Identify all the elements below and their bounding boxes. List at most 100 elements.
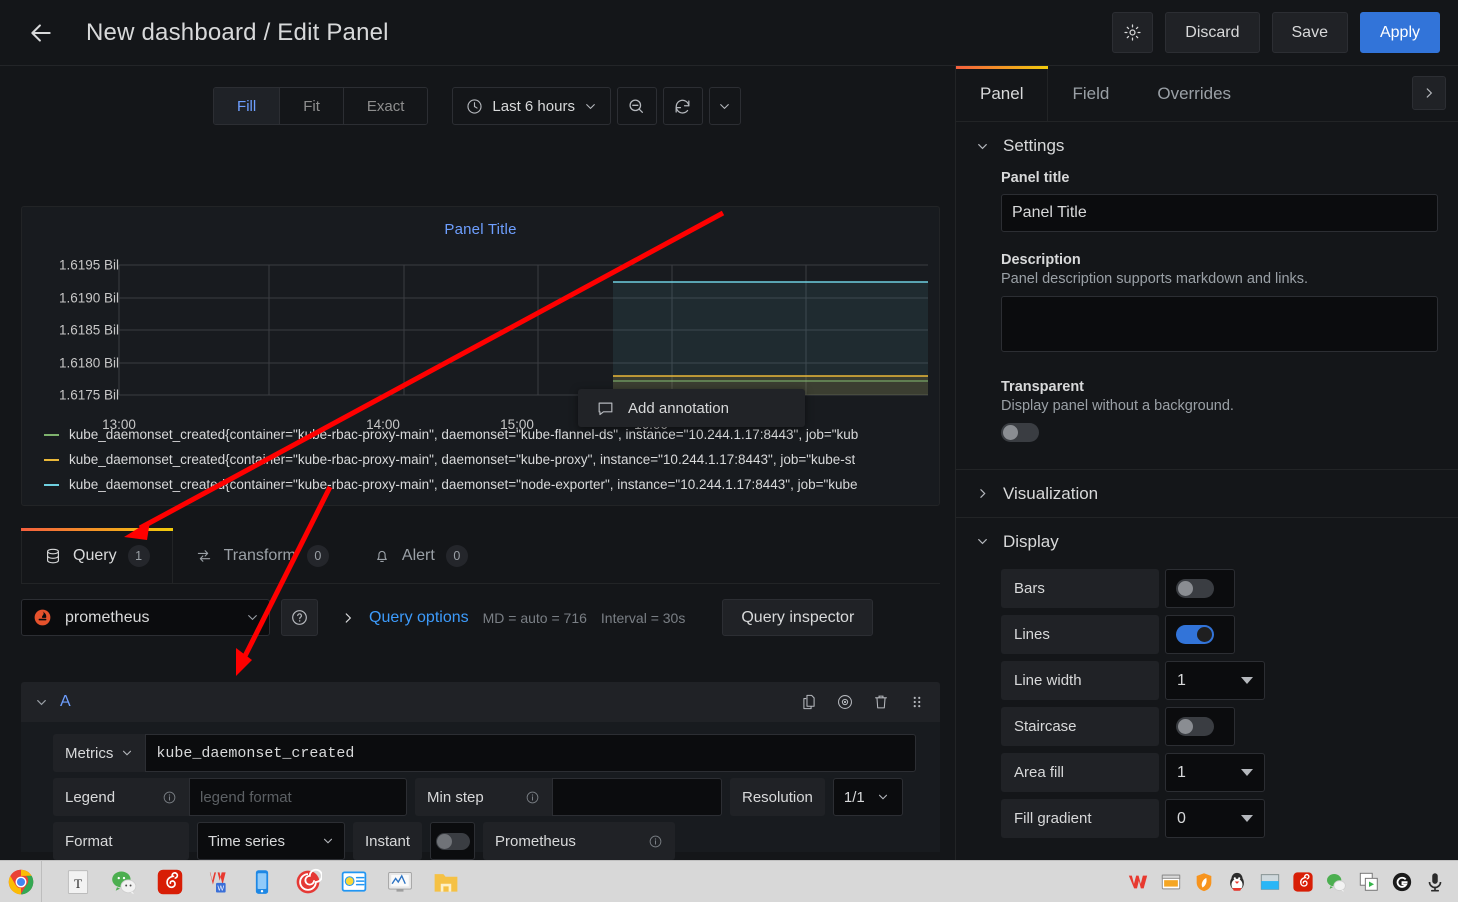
instant-toggle[interactable] — [430, 822, 476, 860]
database-icon — [47, 548, 59, 564]
size-mode-fit[interactable]: Fit — [280, 88, 344, 124]
query-options-bar[interactable]: Query options MD = auto = 716 Interval =… — [329, 599, 699, 636]
info-icon[interactable] — [525, 790, 540, 805]
size-mode-fill[interactable]: Fill — [214, 88, 281, 124]
resolution-select[interactable]: 1/1 — [832, 778, 903, 816]
panel-settings-button[interactable] — [1112, 12, 1154, 53]
metrics-browser-button[interactable]: Metrics — [53, 734, 146, 772]
refresh-button[interactable] — [662, 87, 703, 125]
datasource-picker[interactable]: prometheus — [21, 599, 270, 636]
qq-tray-icon[interactable] — [1226, 871, 1248, 893]
size-mode-exact[interactable]: Exact — [343, 88, 428, 124]
y-axis-tick: 1.6185 Bil — [58, 322, 119, 338]
chevron-down-icon[interactable] — [35, 696, 48, 709]
y-axis-tick: 1.6175 Bil — [58, 387, 119, 403]
apply-button[interactable]: Apply — [1359, 12, 1440, 53]
legend-item[interactable]: kube_daemonset_created{container="kube-r… — [44, 447, 939, 472]
query-inspector-button[interactable]: Query inspector — [722, 599, 874, 636]
resolution-value: 1/1 — [843, 788, 865, 806]
save-button[interactable]: Save — [1271, 12, 1348, 53]
netease-tray-icon[interactable] — [1292, 871, 1314, 893]
display-section-body: Bars Lines Line width 1 Staircase Area f… — [956, 565, 1458, 838]
display-section-header[interactable]: Display — [956, 517, 1458, 565]
tab-query[interactable]: Query 1 — [21, 528, 173, 584]
description-field-label: Description — [1001, 252, 1081, 268]
format-value: Time series — [208, 832, 285, 850]
phone-manager-icon[interactable] — [248, 868, 276, 896]
transparent-toggle[interactable] — [1001, 423, 1039, 442]
plot-area[interactable]: 1.6195 Bil 1.6190 Bil 1.6185 Bil 1.6180 … — [22, 250, 939, 432]
description-textarea[interactable] — [1001, 296, 1438, 352]
chevron-down-icon — [978, 143, 987, 149]
eye-icon[interactable] — [836, 693, 854, 711]
datasource-help-button[interactable] — [281, 599, 318, 636]
panel-title-input[interactable] — [1001, 194, 1438, 232]
wps-tray-icon[interactable] — [1127, 871, 1149, 893]
tab-overrides[interactable]: Overrides — [1133, 66, 1255, 121]
staircase-toggle[interactable] — [1176, 717, 1214, 736]
presentation-icon[interactable] — [340, 868, 368, 896]
tab-transform-label: Transform — [223, 547, 296, 564]
window-tray-icon[interactable] — [1160, 871, 1182, 893]
fill-gradient-select[interactable]: 0 — [1165, 799, 1265, 838]
lines-toggle-wrap[interactable] — [1165, 615, 1235, 654]
tab-alert[interactable]: Alert 0 — [351, 528, 490, 584]
line-width-select[interactable]: 1 — [1165, 661, 1265, 700]
query-options-label: Query options — [369, 608, 469, 626]
back-button[interactable] — [18, 10, 64, 56]
info-icon[interactable] — [162, 790, 177, 805]
svg-text:W: W — [218, 885, 225, 892]
shield-tray-icon[interactable] — [1193, 871, 1215, 893]
panel-legend: kube_daemonset_created{container="kube-r… — [22, 422, 939, 497]
taskbar-start-button[interactable] — [0, 860, 42, 902]
spiral-icon[interactable] — [294, 868, 322, 896]
bars-toggle-wrap[interactable] — [1165, 569, 1235, 608]
staircase-toggle-wrap[interactable] — [1165, 707, 1235, 746]
y-axis-tick: 1.6195 Bil — [58, 257, 119, 273]
netease-music-icon[interactable] — [156, 868, 184, 896]
settings-section-header[interactable]: Settings — [956, 122, 1458, 170]
legend-item[interactable]: kube_daemonset_created{container="kube-r… — [44, 472, 939, 497]
discard-button[interactable]: Discard — [1165, 12, 1260, 53]
display-label-bars: Bars — [1001, 569, 1159, 608]
text-editor-icon[interactable]: T — [64, 868, 92, 896]
copy-icon[interactable] — [800, 693, 818, 711]
min-step-input[interactable] — [552, 778, 722, 816]
min-step-label-text: Min step — [427, 788, 484, 806]
tab-transform[interactable]: Transform 0 — [173, 528, 351, 584]
info-icon[interactable] — [648, 834, 663, 849]
lines-toggle[interactable] — [1176, 625, 1214, 644]
display-row-area-fill: Area fill 1 — [1001, 753, 1458, 792]
bars-toggle[interactable] — [1176, 579, 1214, 598]
legend-step-row: Legend legend format Min step Resolution… — [53, 778, 916, 816]
monitor-chart-icon[interactable] — [386, 868, 414, 896]
trash-icon[interactable] — [872, 693, 890, 711]
chevron-down-icon — [1241, 769, 1253, 776]
legend-format-input[interactable]: legend format — [189, 778, 407, 816]
add-annotation-tooltip[interactable]: Add annotation — [578, 389, 805, 427]
transparent-help-text: Display panel without a background. — [1001, 398, 1234, 414]
expand-options-pane-button[interactable] — [1412, 76, 1446, 110]
drag-handle-icon[interactable] — [908, 693, 926, 711]
logitech-tray-icon[interactable] — [1391, 871, 1413, 893]
legend-item[interactable]: kube_daemonset_created{container="kube-r… — [44, 422, 939, 447]
chevron-down-icon — [878, 794, 887, 800]
time-range-picker[interactable]: Last 6 hours — [452, 87, 611, 125]
query-expression-input[interactable]: kube_daemonset_created — [145, 734, 916, 772]
refresh-interval-dropdown[interactable] — [708, 87, 741, 125]
wechat-tray-icon[interactable] — [1325, 871, 1347, 893]
wechat-icon[interactable] — [110, 868, 138, 896]
datasource-row: prometheus Query options MD = auto = 716… — [21, 599, 874, 636]
copy-tray-icon[interactable] — [1358, 871, 1380, 893]
file-explorer-icon[interactable] — [432, 868, 460, 896]
screen-tray-icon[interactable] — [1259, 871, 1281, 893]
display-row-staircase: Staircase — [1001, 707, 1458, 746]
tab-panel[interactable]: Panel — [956, 66, 1049, 121]
visualization-section-header[interactable]: Visualization — [956, 469, 1458, 517]
area-fill-select[interactable]: 1 — [1165, 753, 1265, 792]
wps-icon[interactable]: W — [202, 868, 230, 896]
tab-field[interactable]: Field — [1048, 66, 1133, 121]
zoom-out-button[interactable] — [616, 87, 657, 125]
microphone-tray-icon[interactable] — [1424, 871, 1446, 893]
format-select[interactable]: Time series — [197, 822, 345, 860]
